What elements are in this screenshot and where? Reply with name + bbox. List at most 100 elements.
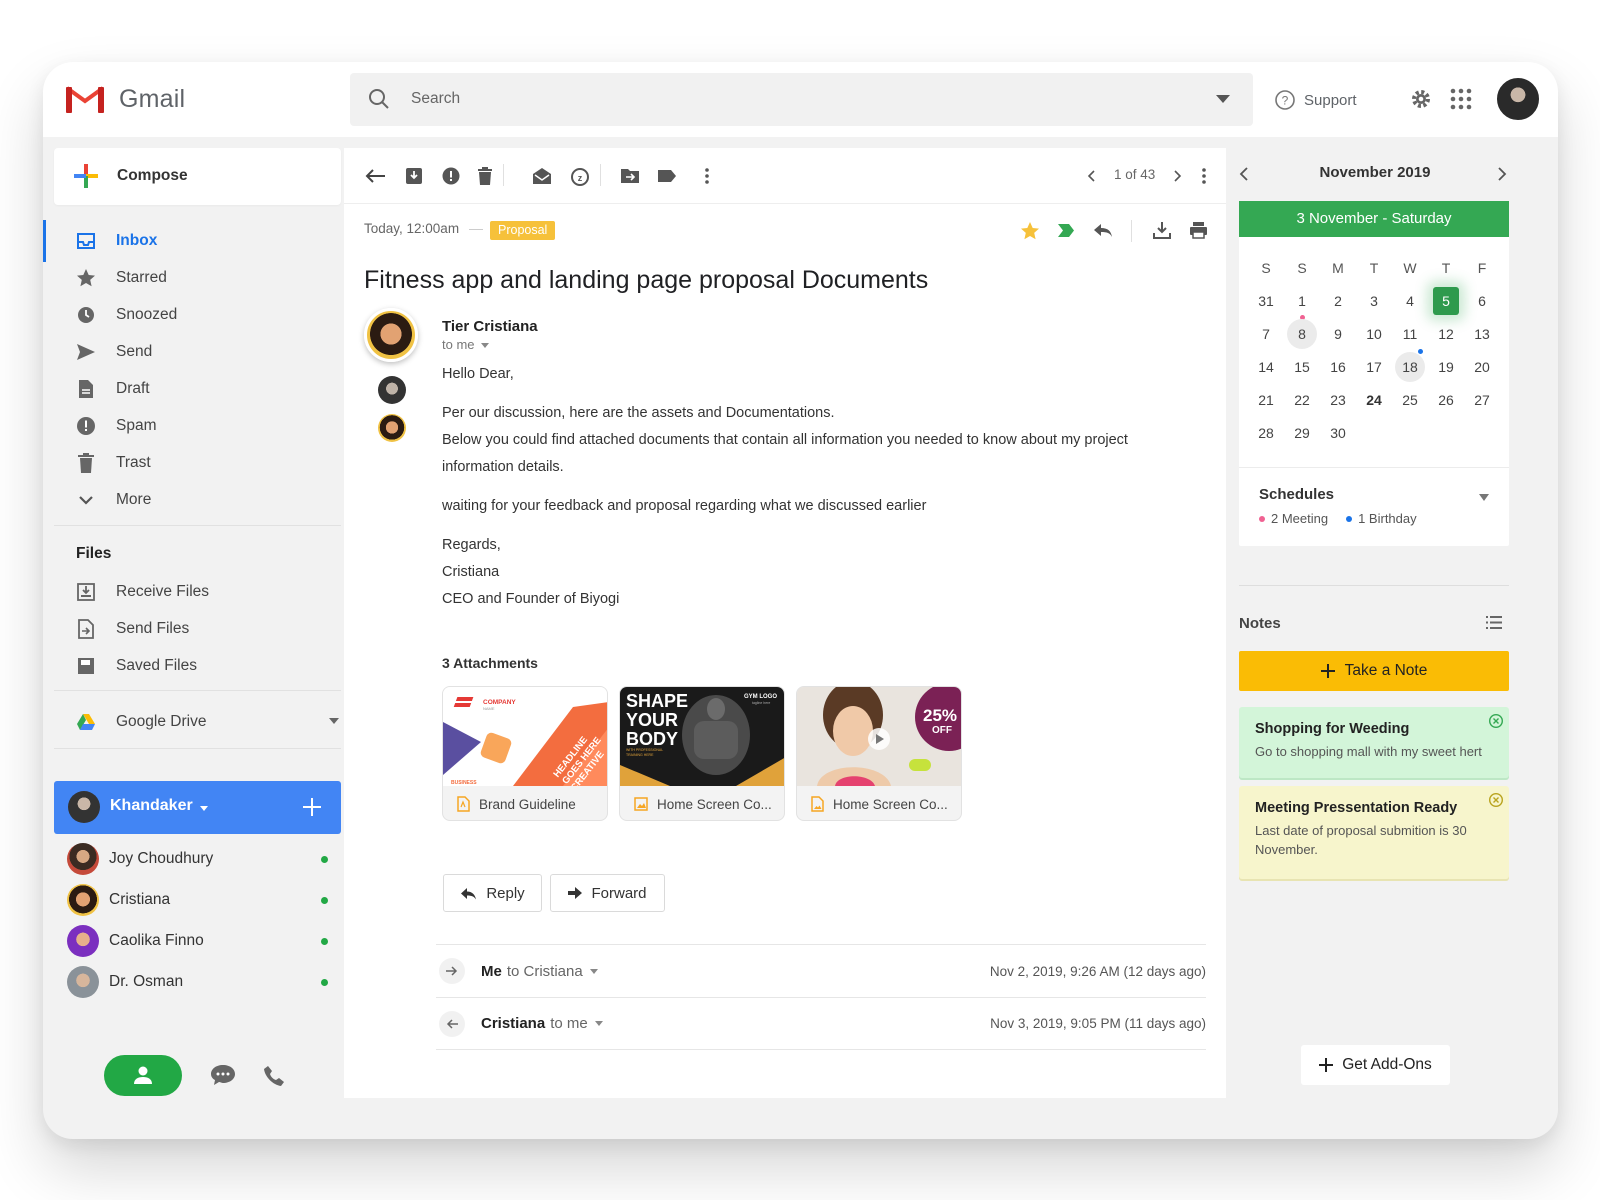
forward-button[interactable]: Forward <box>550 874 665 912</box>
attachment-card[interactable]: 25% OFF Home Screen Co... <box>796 686 962 821</box>
user-avatar[interactable] <box>1495 76 1541 122</box>
calendar-day[interactable]: 11 <box>1392 320 1428 348</box>
search-bar[interactable]: Search <box>350 73 1253 126</box>
mark-as-read-icon[interactable] <box>531 165 553 187</box>
phone-icon[interactable] <box>263 1065 285 1087</box>
compose-button[interactable]: Compose <box>54 148 341 205</box>
calendar-day[interactable]: 7 <box>1248 320 1284 348</box>
take-note-button[interactable]: Take a Note <box>1239 651 1509 691</box>
search-icon[interactable] <box>368 88 390 110</box>
participant-avatar[interactable] <box>378 414 406 442</box>
move-to-icon[interactable] <box>619 165 641 187</box>
gmail-logo-icon[interactable] <box>65 84 105 114</box>
sidebar-item-more[interactable]: More <box>43 481 341 518</box>
sidebar-item-draft[interactable]: Draft <box>43 370 341 407</box>
account-switcher[interactable]: Khandaker <box>54 781 341 834</box>
more-options-icon[interactable] <box>696 165 718 187</box>
sidebar-item-saved-files[interactable]: Saved Files <box>43 647 341 684</box>
sidebar-item-trash[interactable]: Trast <box>43 444 341 481</box>
calendar-day[interactable]: 9 <box>1320 320 1356 348</box>
calendar-day[interactable]: 29 <box>1284 419 1320 447</box>
calendar-day[interactable]: 21 <box>1248 386 1284 414</box>
sender-avatar[interactable] <box>364 308 418 362</box>
attachment-card[interactable]: SHAPE YOUR BODY WITH PROFESSIONAL TRAINI… <box>619 686 785 821</box>
snooze-icon[interactable]: z <box>569 165 591 187</box>
calendar-day[interactable]: 18 <box>1395 352 1425 382</box>
sidebar-item-send-files[interactable]: Send Files <box>43 610 341 647</box>
calendar-day[interactable]: 20 <box>1464 353 1500 381</box>
calendar-day[interactable]: 26 <box>1428 386 1464 414</box>
print-icon[interactable] <box>1189 221 1208 239</box>
add-account-plus-icon[interactable] <box>302 797 322 817</box>
close-icon[interactable] <box>1489 793 1503 807</box>
calendar-day[interactable]: 16 <box>1320 353 1356 381</box>
calendar-day[interactable]: 1 <box>1284 287 1320 315</box>
sidebar-item-receive-files[interactable]: Receive Files <box>43 573 341 610</box>
report-spam-icon[interactable] <box>440 165 462 187</box>
calendar-next-chevron-icon[interactable] <box>1497 167 1507 181</box>
reply-button[interactable]: Reply <box>443 874 542 912</box>
calendar-day[interactable]: 31 <box>1248 287 1284 315</box>
contacts-tab-button[interactable] <box>104 1055 182 1096</box>
contact-cristiana[interactable]: Cristiana <box>67 882 342 918</box>
sidebar-item-starred[interactable]: Starred <box>43 259 341 296</box>
calendar-day[interactable]: 23 <box>1320 386 1356 414</box>
close-icon[interactable] <box>1489 714 1503 728</box>
important-marker-icon[interactable] <box>1057 223 1075 238</box>
search-input[interactable]: Search <box>411 90 460 108</box>
sidebar-item-spam[interactable]: Spam <box>43 407 341 444</box>
recipient-dropdown[interactable]: to me <box>442 337 490 352</box>
chevron-right-icon[interactable] <box>1167 165 1189 187</box>
calendar-day[interactable]: 22 <box>1284 386 1320 414</box>
calendar-day[interactable]: 12 <box>1428 320 1464 348</box>
calendar-day[interactable]: 2 <box>1320 287 1356 315</box>
support-button[interactable]: ? Support <box>1274 88 1357 112</box>
note-card[interactable]: Shopping for Weeding Go to shopping mall… <box>1239 707 1509 778</box>
calendar-day[interactable]: 6 <box>1464 287 1500 315</box>
calendar-day[interactable]: 4 <box>1392 287 1428 315</box>
contact-joy-choudhury[interactable]: Joy Choudhury <box>67 841 342 877</box>
star-icon[interactable] <box>1020 221 1040 240</box>
thread-item[interactable]: Me to Cristiana Nov 2, 2019, 9:26 AM (12… <box>436 944 1206 997</box>
email-tag-badge[interactable]: Proposal <box>490 221 556 240</box>
calendar-day[interactable]: 24 <box>1356 386 1392 414</box>
sidebar-item-inbox[interactable]: Inbox <box>43 222 341 259</box>
back-arrow-icon[interactable] <box>364 165 386 187</box>
reply-icon[interactable] <box>1093 223 1113 238</box>
archive-icon[interactable] <box>403 165 425 187</box>
calendar-day[interactable]: 13 <box>1464 320 1500 348</box>
list-view-icon[interactable] <box>1486 616 1502 629</box>
sidebar-item-google-drive[interactable]: Google Drive <box>43 703 341 740</box>
gear-icon[interactable] <box>1409 87 1433 111</box>
calendar-day[interactable]: 17 <box>1356 353 1392 381</box>
attachment-card[interactable]: COMPANY NAME BUSINESS HEADLINE GOES HERE… <box>442 686 608 821</box>
download-icon[interactable] <box>1153 221 1171 239</box>
contact-caolika-finno[interactable]: Caolika Finno <box>67 923 342 959</box>
calendar-day[interactable]: 3 <box>1356 287 1392 315</box>
calendar-day[interactable]: 10 <box>1356 320 1392 348</box>
caret-down-icon[interactable] <box>200 806 208 811</box>
calendar-day[interactable]: 28 <box>1248 419 1284 447</box>
label-icon[interactable] <box>656 165 678 187</box>
chevron-down-icon[interactable] <box>1479 494 1489 501</box>
caret-down-icon[interactable] <box>589 968 598 974</box>
note-card[interactable]: Meeting Pressentation Ready Last date of… <box>1239 786 1509 879</box>
thread-item[interactable]: Cristiana to me Nov 3, 2019, 9:05 PM (11… <box>436 997 1206 1050</box>
contact-dr-osman[interactable]: Dr. Osman <box>67 964 342 1000</box>
caret-down-icon[interactable] <box>594 1021 603 1026</box>
sidebar-item-send[interactable]: Send <box>43 333 341 370</box>
calendar-day[interactable]: 5 <box>1433 287 1459 315</box>
chat-icon[interactable] <box>210 1063 236 1087</box>
get-add-ons-button[interactable]: Get Add-Ons <box>1301 1045 1450 1085</box>
calendar-day[interactable]: 25 <box>1392 386 1428 414</box>
chevron-down-icon[interactable] <box>329 718 339 724</box>
chevron-left-icon[interactable] <box>1080 165 1102 187</box>
sidebar-item-snoozed[interactable]: Snoozed <box>43 296 341 333</box>
calendar-day[interactable]: 15 <box>1284 353 1320 381</box>
search-options-caret-icon[interactable] <box>1216 95 1230 103</box>
calendar-day[interactable]: 8 <box>1287 319 1317 349</box>
apps-grid-icon[interactable] <box>1450 88 1472 110</box>
calendar-day[interactable]: 14 <box>1248 353 1284 381</box>
participant-avatar[interactable] <box>378 376 406 404</box>
calendar-day[interactable]: 27 <box>1464 386 1500 414</box>
